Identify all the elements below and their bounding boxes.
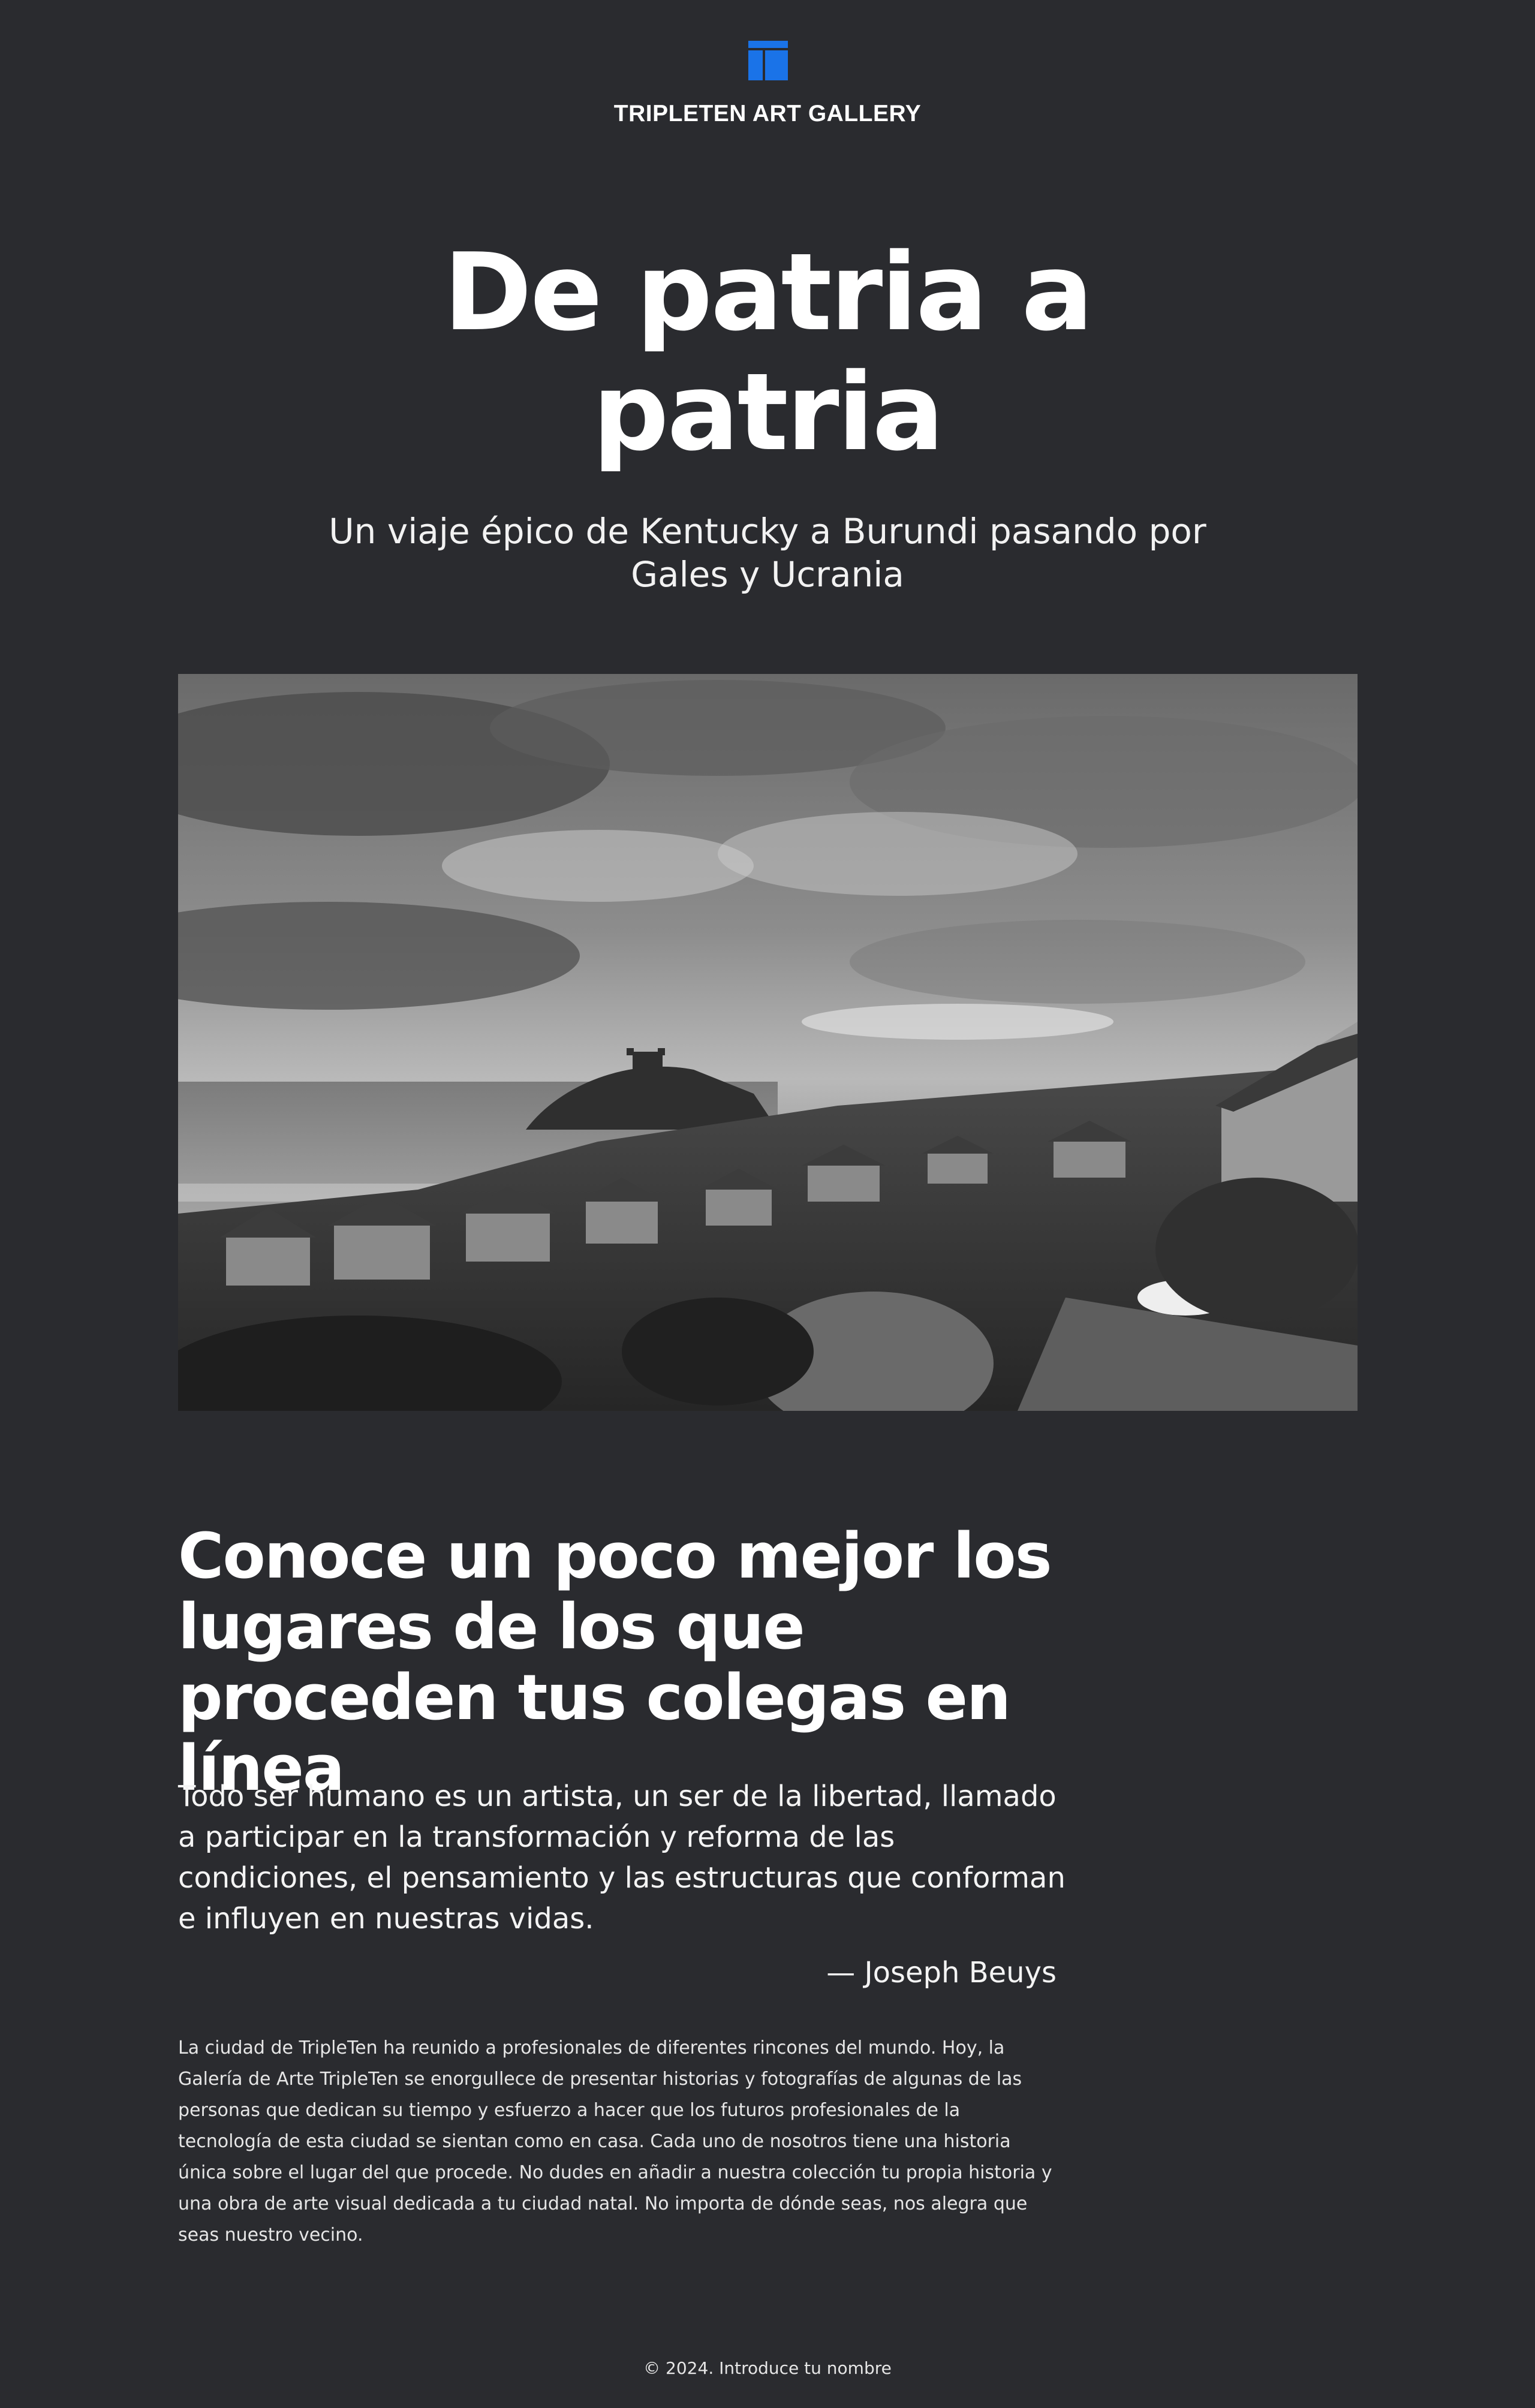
quote-text: Todo ser humano es un artista, un ser de… <box>178 1780 1066 1936</box>
page: TRIPLETEN ART GALLERY De patria a patria… <box>0 0 1535 2408</box>
section-title: Conoce un poco mejor los lugares de los … <box>178 1519 1052 1805</box>
brand-name[interactable]: TRIPLETEN ART GALLERY <box>0 100 1535 128</box>
quote-author: — Joseph Beuys <box>826 1956 1057 1989</box>
page-title: De patria a patria <box>443 230 1093 474</box>
hero-photo <box>178 674 1358 1411</box>
page-subtitle: Un viaje épico de Kentucky a Burundi pas… <box>329 511 1206 595</box>
footer-copyright: © 2024. Introduce tu nombre <box>643 2358 892 2378</box>
intro-paragraph: La ciudad de TripleTen ha reunido a prof… <box>178 2037 1052 2246</box>
gallery-logo-icon[interactable] <box>748 41 788 80</box>
